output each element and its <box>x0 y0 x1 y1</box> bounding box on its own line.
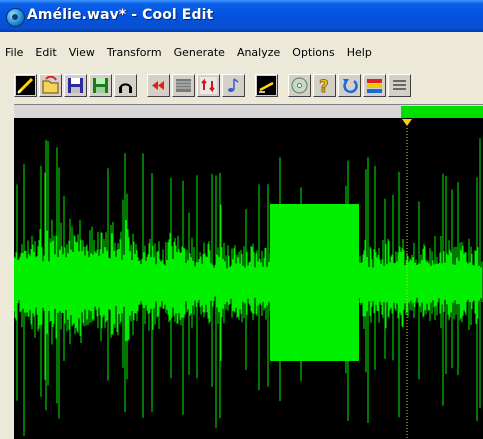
waveform-trace <box>14 138 483 436</box>
undo-icon <box>343 79 358 94</box>
loop-button[interactable] <box>197 74 220 97</box>
waveform-view-button[interactable] <box>172 74 195 97</box>
svg-text:?: ? <box>319 77 329 95</box>
rewind-button[interactable] <box>147 74 170 97</box>
waveform-display[interactable] <box>14 128 483 439</box>
menu-file[interactable]: File <box>0 46 29 59</box>
preview-button[interactable] <box>114 74 137 97</box>
cd-button[interactable] <box>288 74 311 97</box>
open-file-icon <box>42 76 59 94</box>
level-button[interactable] <box>363 74 386 97</box>
loud-section-block <box>270 204 359 361</box>
note-button[interactable] <box>222 74 245 97</box>
pencil-icon <box>257 76 276 95</box>
visible-range-indicator[interactable] <box>401 106 483 118</box>
overview-bar[interactable] <box>14 104 483 119</box>
menu-help[interactable]: Help <box>341 46 378 59</box>
waveform-view-icon <box>176 79 191 92</box>
new-waveform-icon <box>16 76 35 95</box>
save-selection-button[interactable] <box>89 74 112 97</box>
rewind-icon <box>152 81 164 90</box>
new-waveform-button[interactable] <box>14 74 37 97</box>
save-button[interactable] <box>64 74 87 97</box>
loop-icon <box>200 77 217 94</box>
menu-bar: File Edit View Transform Generate Analyz… <box>0 41 483 63</box>
open-file-button[interactable] <box>39 74 62 97</box>
save-selection-icon <box>93 78 108 93</box>
undo-button[interactable] <box>338 74 361 97</box>
menu-view[interactable]: View <box>63 46 101 59</box>
help-icon: ? <box>319 77 330 95</box>
cool-edit-app-icon[interactable] <box>6 8 25 27</box>
options-button[interactable] <box>388 74 411 97</box>
help-button[interactable]: ? <box>313 74 336 97</box>
options-icon <box>393 80 406 90</box>
menu-edit[interactable]: Edit <box>29 46 62 59</box>
waveform-canvas[interactable] <box>14 128 483 439</box>
menu-transform[interactable]: Transform <box>101 46 168 59</box>
menu-generate[interactable]: Generate <box>168 46 231 59</box>
playback-cursor-marker[interactable] <box>402 119 412 126</box>
note-icon <box>228 78 239 92</box>
pencil-button[interactable] <box>255 74 278 97</box>
menu-analyze[interactable]: Analyze <box>231 46 286 59</box>
cd-icon <box>291 77 308 94</box>
window-title: Amélie.wav* - Cool Edit <box>27 7 214 23</box>
timeline-strip <box>14 118 483 128</box>
headphones-icon <box>119 83 132 93</box>
level-icon <box>367 79 382 93</box>
title-bar[interactable]: Amélie.wav* - Cool Edit <box>0 0 483 32</box>
toolbar: ? <box>14 71 483 100</box>
save-icon <box>68 78 83 93</box>
menu-options[interactable]: Options <box>286 46 340 59</box>
